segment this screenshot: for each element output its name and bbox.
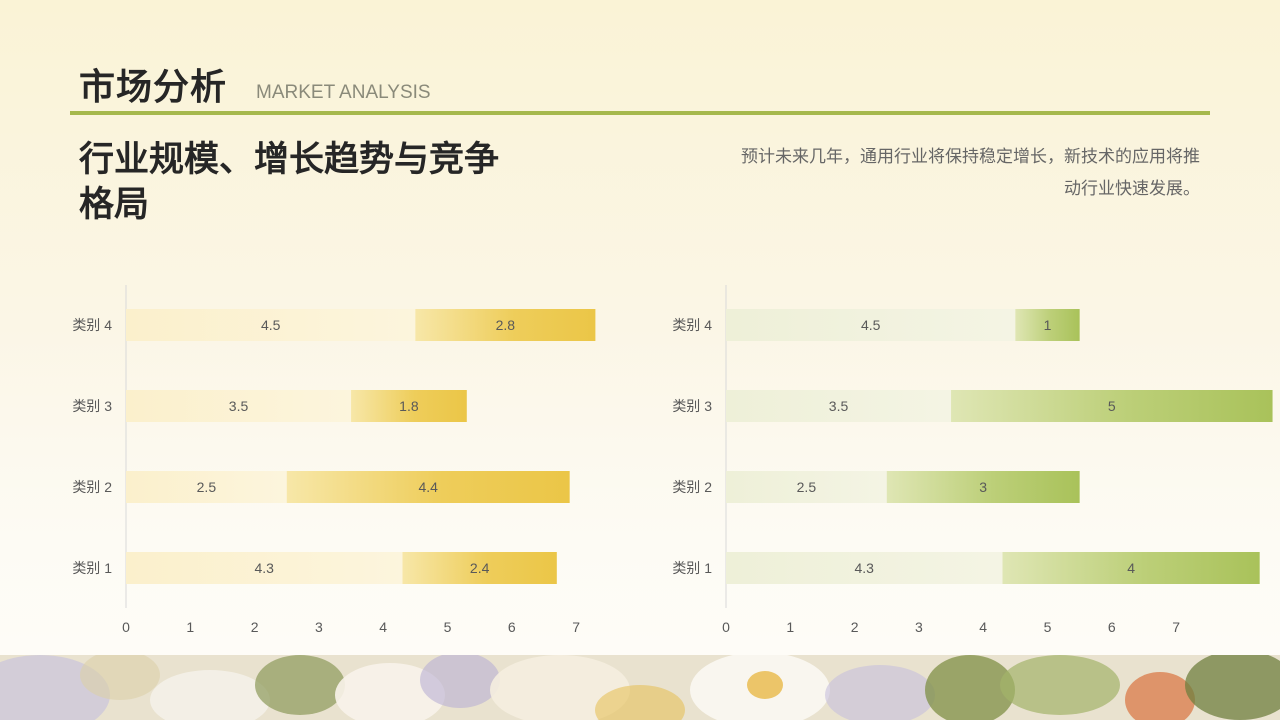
chart2-data-label: 4.3 [855,560,875,576]
chart1-data-label: 2.8 [496,317,516,333]
title-divider [70,111,1210,115]
right-bar-chart: 类别 1 4.3 4 类别 2 2.5 3 类别 3 3.5 5 类别 4 4.5 1 0 1 2 3 4 5 6 7 [672,285,1273,635]
description-text: 预计未来几年，通用行业将保持稳定增长，新技术的应用将推动行业快速发展。 [741,147,1200,199]
chart1-data-label: 3.5 [229,398,249,414]
floral-watercolor-border [0,655,1280,720]
chart2-x-tick-label: 3 [915,619,923,635]
left-bar-chart: 类别 1 4.3 2.4 类别 2 2.5 4.4 类别 3 3.5 1.8 类别 4 4.5 2.8… [72,285,596,635]
chart1-category-label: 类别 1 [72,560,112,576]
chart2-category-label: 类别 3 [672,398,712,414]
chart2-category-label: 类别 4 [672,317,712,333]
chart2-x-tick-label: 0 [722,619,730,635]
chart2-data-label: 5 [1108,398,1116,414]
chart1-x-tick-label: 1 [186,619,194,635]
chart1-x-tick-label: 4 [379,619,387,635]
chart2-x-tick-label: 4 [979,619,987,635]
chart2-data-label: 3 [979,479,987,495]
chart2-data-label: 2.5 [797,479,817,495]
chart1-x-tick-label: 0 [122,619,130,635]
chart1-x-tick-label: 2 [251,619,259,635]
chart1-data-label: 2.5 [197,479,217,495]
section-heading: 行业规模、增长趋势与竞争格局 [79,140,500,225]
chart1-data-label: 2.4 [470,560,490,576]
chart1-x-tick-label: 5 [444,619,452,635]
chart2-data-label: 4.5 [861,317,881,333]
chart2-category-label: 类别 2 [672,479,712,495]
chart1-category-label: 类别 4 [72,317,112,333]
chart2-data-label: 1 [1044,317,1052,333]
chart2-x-tick-label: 6 [1108,619,1116,635]
chart1-data-label: 4.5 [261,317,281,333]
chart2-data-label: 4 [1127,560,1135,576]
chart2-x-tick-label: 1 [786,619,794,635]
chart1-x-tick-label: 7 [572,619,580,635]
chart1-data-label: 4.4 [418,479,438,495]
chart1-data-label: 1.8 [399,398,419,414]
page-subtitle: MARKET ANALYSIS [256,82,431,103]
chart2-category-label: 类别 1 [672,560,712,576]
page-title: 市场分析 [79,67,228,108]
chart2-x-tick-label: 7 [1172,619,1180,635]
chart2-data-label: 3.5 [829,398,849,414]
chart1-category-label: 类别 2 [72,479,112,495]
chart1-data-label: 4.3 [255,560,275,576]
chart1-x-tick-label: 6 [508,619,516,635]
chart1-category-label: 类别 3 [72,398,112,414]
chart2-x-tick-label: 2 [851,619,859,635]
chart1-x-tick-label: 3 [315,619,323,635]
chart2-x-tick-label: 5 [1044,619,1052,635]
